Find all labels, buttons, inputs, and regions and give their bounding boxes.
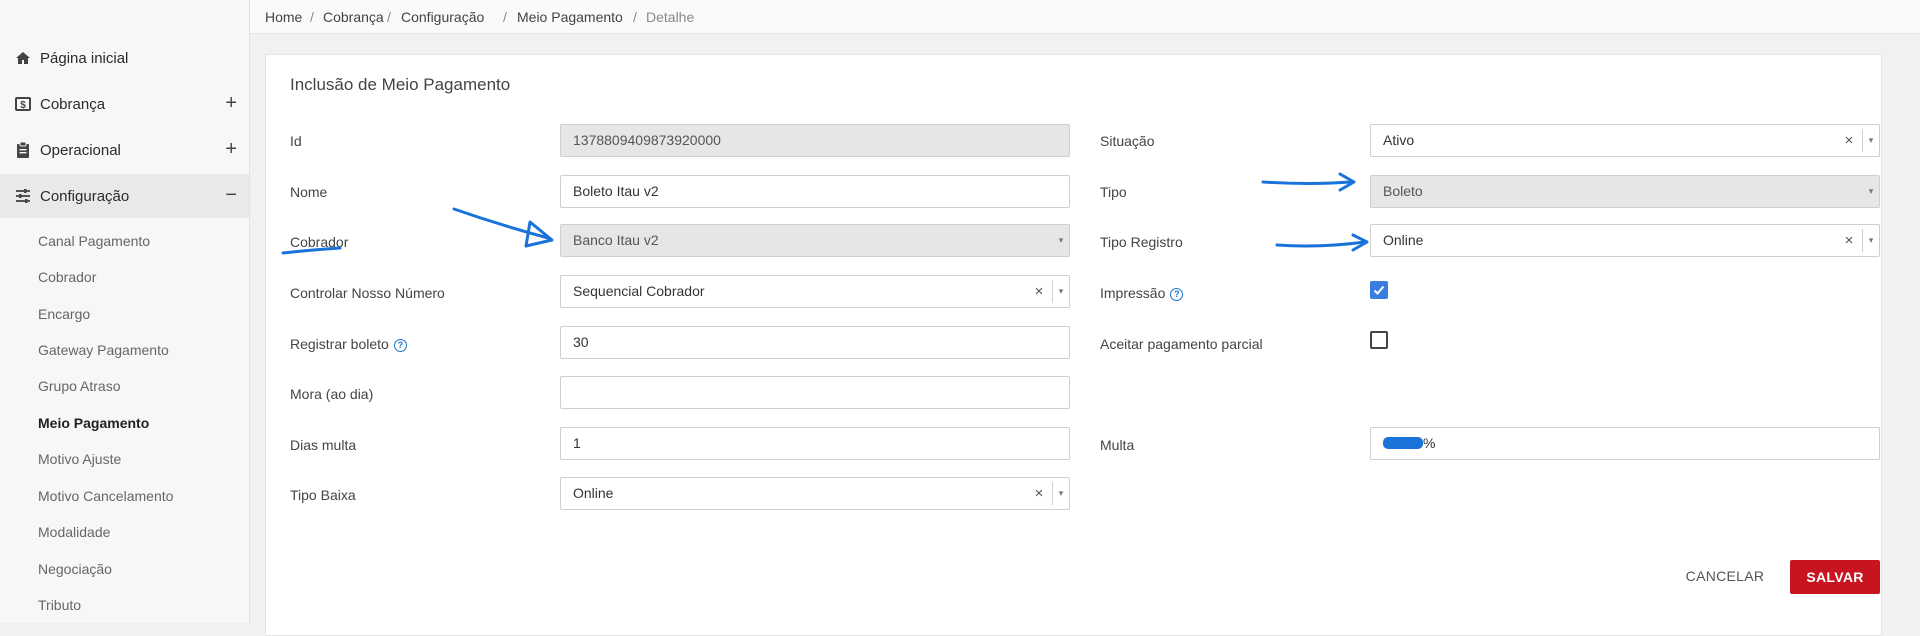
multa-input[interactable]: % xyxy=(1370,427,1880,460)
breadcrumb-configuracao[interactable]: Configuração xyxy=(401,9,484,25)
sidebar-item-operacional[interactable]: Operacional + xyxy=(0,128,249,172)
chevron-down-icon[interactable]: ▾ xyxy=(1862,129,1879,152)
breadcrumb-cobranca[interactable]: Cobrança xyxy=(323,9,384,25)
sidebar-item-label: Operacional xyxy=(40,141,121,159)
tipo-select: Boleto ▾ xyxy=(1370,175,1880,208)
sliders-icon xyxy=(16,189,30,203)
expand-icon[interactable]: + xyxy=(225,92,237,114)
home-icon xyxy=(16,52,30,64)
breadcrumb: Home / Cobrança / Configuração / Meio Pa… xyxy=(250,0,1920,34)
registrar-boleto-label: Registrar boleto? xyxy=(290,336,407,352)
mora-input[interactable] xyxy=(560,376,1070,409)
nome-value: Boleto Itau v2 xyxy=(573,183,659,199)
sidebar-subitem-motivo-cancelamento[interactable]: Motivo Cancelamento xyxy=(38,488,173,504)
chevron-down-icon[interactable]: ▾ xyxy=(1052,482,1069,505)
sidebar-item-label: Página inicial xyxy=(40,49,129,67)
sidebar-subitem-motivo-ajuste[interactable]: Motivo Ajuste xyxy=(38,451,121,467)
nome-label: Nome xyxy=(290,184,328,200)
sidebar-item-label: Cobrança xyxy=(40,95,106,113)
tipo-registro-label: Tipo Registro xyxy=(1100,234,1183,250)
chevron-down-icon[interactable]: ▾ xyxy=(1862,229,1879,252)
sidebar-subitem-gateway-pagamento[interactable]: Gateway Pagamento xyxy=(38,342,169,358)
impressao-checkbox[interactable] xyxy=(1370,281,1388,299)
chevron-down-icon: ▾ xyxy=(1058,235,1064,245)
chevron-down-icon: ▾ xyxy=(1868,186,1874,196)
multa-percent-suffix: % xyxy=(1423,435,1436,451)
aceitar-pagamento-parcial-label: Aceitar pagamento parcial xyxy=(1100,336,1263,352)
tipo-baixa-select[interactable]: Online × ▾ xyxy=(560,477,1070,510)
breadcrumb-home[interactable]: Home xyxy=(265,9,302,25)
sidebar-item-pagina-inicial[interactable]: Página inicial xyxy=(0,36,249,80)
dias-multa-label: Dias multa xyxy=(290,437,357,453)
sidebar: Página inicial $ Cobrança + Operacional … xyxy=(0,0,250,623)
id-label: Id xyxy=(290,133,302,149)
sidebar-subitem-grupo-atraso[interactable]: Grupo Atraso xyxy=(38,378,121,394)
tipo-baixa-value: Online xyxy=(573,485,614,501)
chevron-down-icon[interactable]: ▾ xyxy=(1052,280,1069,303)
registrar-boleto-value: 30 xyxy=(573,334,589,350)
help-icon[interactable]: ? xyxy=(1170,288,1184,301)
sidebar-subitem-tributo[interactable]: Tributo xyxy=(38,597,81,613)
tipo-label: Tipo xyxy=(1100,184,1127,200)
dias-multa-value: 1 xyxy=(573,435,581,451)
clipboard-icon xyxy=(17,141,29,158)
sidebar-subitem-canal-pagamento[interactable]: Canal Pagamento xyxy=(38,233,150,249)
controlar-nosso-numero-select[interactable]: Sequencial Cobrador × ▾ xyxy=(560,275,1070,308)
tipo-registro-value: Online xyxy=(1383,232,1424,248)
dias-multa-input[interactable]: 1 xyxy=(560,427,1070,460)
save-button[interactable]: SALVAR xyxy=(1790,560,1880,594)
tipo-value: Boleto xyxy=(1383,183,1423,199)
breadcrumb-separator: / xyxy=(387,9,391,25)
multa-label: Multa xyxy=(1100,437,1135,453)
breadcrumb-meio-pagamento[interactable]: Meio Pagamento xyxy=(517,9,623,25)
id-field: 1378809409873920000 xyxy=(560,124,1070,157)
breadcrumb-detalhe: Detalhe xyxy=(646,9,695,25)
registrar-boleto-input[interactable]: 30 xyxy=(560,326,1070,359)
situacao-select[interactable]: Ativo × ▾ xyxy=(1370,124,1880,157)
mora-label: Mora (ao dia) xyxy=(290,386,374,402)
collapse-icon[interactable]: − xyxy=(225,184,237,206)
sidebar-subitem-cobrador[interactable]: Cobrador xyxy=(38,269,96,285)
multa-redacted-value xyxy=(1383,437,1423,449)
tipo-registro-select[interactable]: Online × ▾ xyxy=(1370,224,1880,257)
sidebar-subitem-negociacao[interactable]: Negociação xyxy=(38,561,112,577)
expand-icon[interactable]: + xyxy=(225,138,237,160)
help-icon[interactable]: ? xyxy=(393,339,407,352)
svg-text:$: $ xyxy=(20,100,26,111)
breadcrumb-separator: / xyxy=(633,9,637,25)
sidebar-subitem-meio-pagamento[interactable]: Meio Pagamento xyxy=(38,415,149,431)
aceitar-pagamento-parcial-checkbox[interactable] xyxy=(1370,331,1388,349)
sidebar-item-cobranca[interactable]: $ Cobrança + xyxy=(0,82,249,126)
sidebar-item-configuracao[interactable]: Configuração − xyxy=(0,174,249,218)
clear-icon[interactable]: × xyxy=(1031,276,1047,307)
cobrador-select: Banco Itau v2 ▾ xyxy=(560,224,1070,257)
breadcrumb-separator: / xyxy=(503,9,507,25)
nome-input[interactable]: Boleto Itau v2 xyxy=(560,175,1070,208)
clear-icon[interactable]: × xyxy=(1841,225,1857,256)
impressao-label: Impressão? xyxy=(1100,285,1184,301)
situacao-value: Ativo xyxy=(1383,132,1415,148)
clear-icon[interactable]: × xyxy=(1841,125,1857,156)
sidebar-item-label: Configuração xyxy=(40,187,130,205)
controlar-nosso-numero-label: Controlar Nosso Número xyxy=(290,285,445,301)
situacao-label: Situação xyxy=(1100,133,1155,149)
breadcrumb-separator: / xyxy=(310,9,314,25)
cobrador-label: Cobrador xyxy=(290,234,349,250)
sidebar-subitem-modalidade[interactable]: Modalidade xyxy=(38,524,110,540)
tipo-baixa-label: Tipo Baixa xyxy=(290,487,356,503)
id-value: 1378809409873920000 xyxy=(573,132,721,148)
page-title: Inclusão de Meio Pagamento xyxy=(290,75,511,94)
cobrador-value: Banco Itau v2 xyxy=(573,232,659,248)
controlar-nosso-numero-value: Sequencial Cobrador xyxy=(573,283,705,299)
clear-icon[interactable]: × xyxy=(1031,478,1047,509)
cancel-button[interactable]: CANCELAR xyxy=(1680,560,1770,593)
check-icon xyxy=(1373,285,1385,295)
sidebar-subitem-encargo[interactable]: Encargo xyxy=(38,306,90,322)
dollar-box-icon: $ xyxy=(15,97,31,111)
